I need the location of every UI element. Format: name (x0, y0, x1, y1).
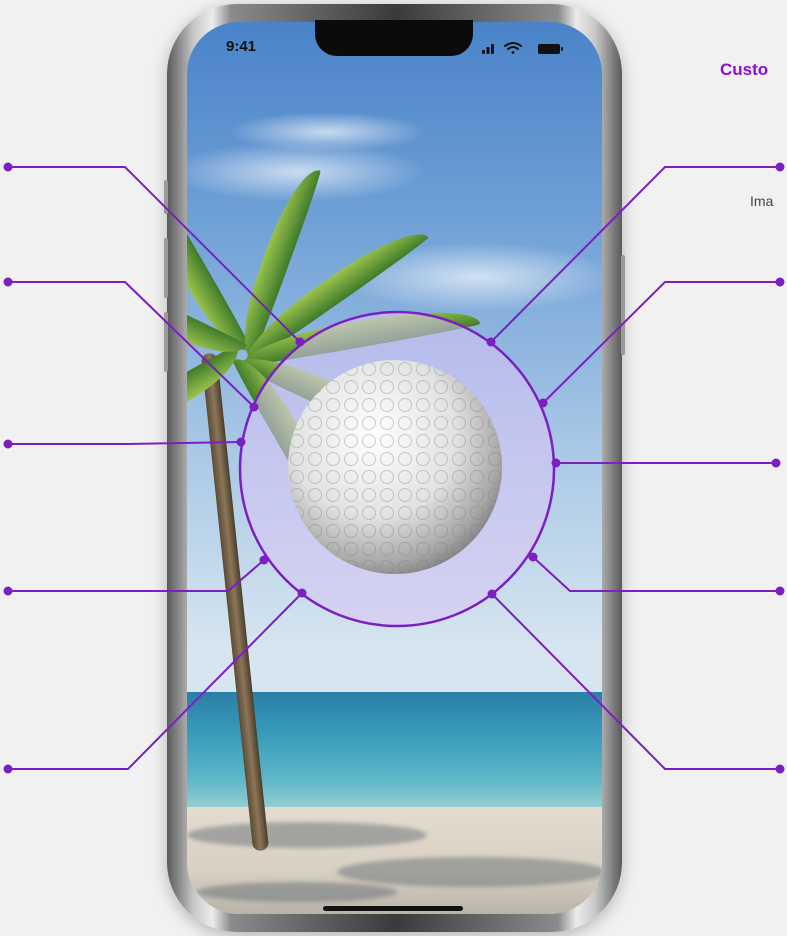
callout-line-right-5 (491, 593, 780, 770)
side-panel-caption: Ima (750, 193, 774, 209)
callout-dot (775, 586, 785, 596)
callout-line-left-5 (8, 592, 303, 770)
callout-dot (3, 439, 13, 449)
callout-dot (775, 764, 785, 774)
callout-line-left-3 (8, 441, 242, 445)
callout-line-right-1 (490, 166, 780, 343)
callout-line-left-1 (8, 166, 301, 343)
callout-line-left-2 (8, 281, 255, 408)
callout-line-left-4 (8, 559, 265, 592)
callout-dot (3, 764, 13, 774)
callout-dot (551, 458, 561, 468)
golf-ball (288, 360, 502, 574)
callout-dot (3, 162, 13, 172)
callout-dot (297, 588, 307, 598)
callout-dot (487, 589, 497, 599)
callout-dot (236, 437, 246, 447)
callout-line-right-4 (532, 556, 780, 592)
callout-dot (775, 162, 785, 172)
callout-dot (486, 337, 496, 347)
callout-dot (771, 458, 781, 468)
callout-dot (259, 555, 269, 565)
callout-dot (295, 337, 305, 347)
callout-line-right-2 (542, 281, 780, 404)
callout-dot (528, 552, 538, 562)
callout-dot (775, 277, 785, 287)
callout-dot (3, 586, 13, 596)
callout-dot (538, 398, 548, 408)
callout-dot (3, 277, 13, 287)
side-panel-title: Custo (720, 60, 769, 79)
callout-overlay (3, 162, 785, 774)
callout-dot (249, 402, 259, 412)
